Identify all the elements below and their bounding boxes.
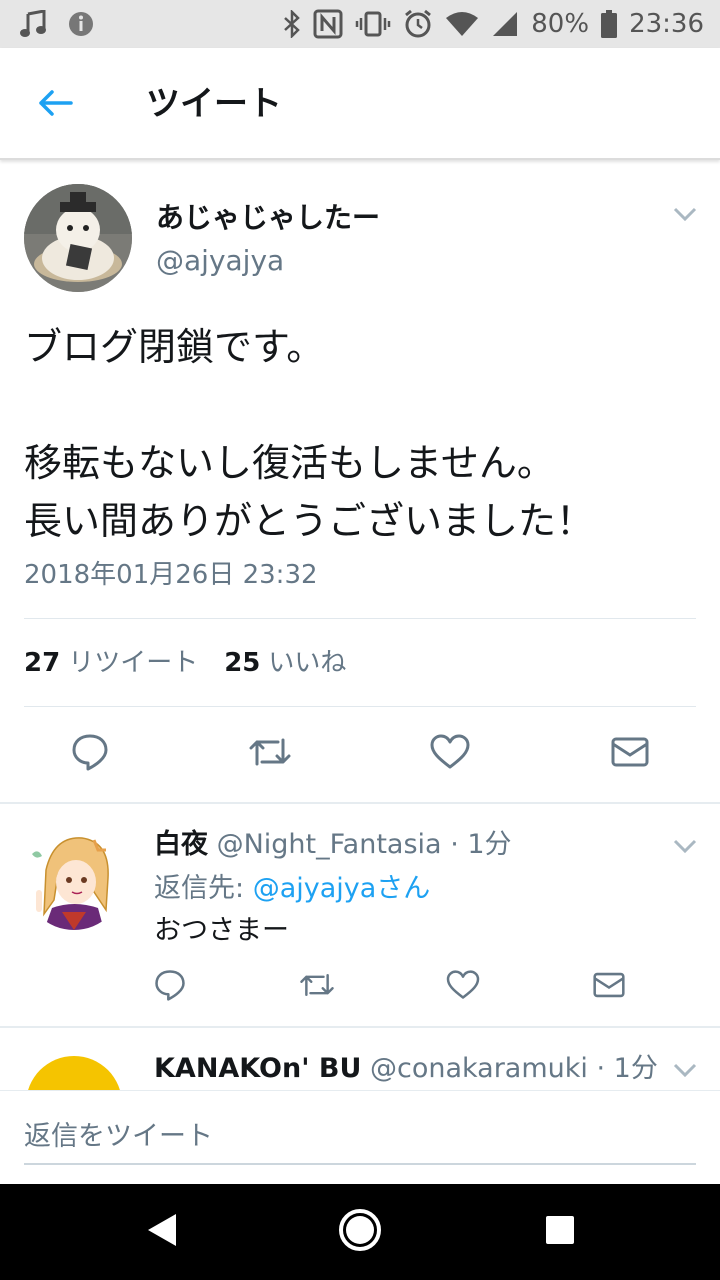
divider [24,706,696,707]
retweet-stat[interactable]: 27 リツイート [24,644,198,682]
reply-to-label: 返信先: [154,873,245,904]
message-button[interactable] [592,970,626,1004]
author-handle[interactable]: @ajyajya [156,242,284,280]
vibrate-icon [355,10,391,38]
message-icon [611,736,649,772]
tweet-stats: 27 リツイート 25 いいね [24,644,346,682]
tweet-text-line: ブログ閉鎖です。 [24,325,325,369]
wifi-icon [445,10,479,38]
message-button[interactable] [610,734,650,774]
nav-back-button[interactable] [138,1208,186,1256]
clock: 23:36 [629,9,704,39]
tweet-text-line [24,376,704,434]
reply-author-name[interactable]: KANAKOn' BU [154,1053,361,1084]
reply-to-mention[interactable]: @ajyajyaさん [253,873,431,904]
retweet-button[interactable] [298,970,336,1004]
reply-header: KANAKOn' BU @conakaramuki · 1分 [154,1050,658,1088]
nfc-icon [313,9,343,39]
navigation-bar [0,1184,720,1280]
retweet-icon [299,970,335,1004]
retweet-icon [248,734,292,774]
music-icon [20,10,46,38]
retweet-label: リツイート [68,648,199,678]
reply-icon [154,969,186,1005]
chevron-down-icon[interactable] [670,1060,700,1080]
reply-author-name[interactable]: 白夜 [154,829,208,860]
nav-home-icon [337,1207,383,1257]
nav-home-button[interactable] [336,1208,384,1256]
reply-time: · 1分 [596,1053,658,1084]
like-count: 25 [224,648,261,678]
info-icon [68,11,94,37]
reply-author-handle[interactable]: @conakaramuki [370,1053,588,1084]
compose-bar: 返信をツイート [0,1090,720,1184]
reply-header: 白夜 @Night_Fantasia · 1分 [154,826,512,864]
bluetooth-icon [283,10,301,38]
tweet-text: ブログ閉鎖です。 移転もないし復活もしません。 長い間ありがとうございました！ [24,318,704,550]
avatar[interactable] [24,184,132,292]
reply-time: · 1分 [450,829,512,860]
tweet-timestamp: 2018年01月26日 23:32 [24,560,318,590]
message-icon [593,971,625,1003]
author-name[interactable]: あじゃじゃしたー [156,198,380,238]
separator [0,802,720,804]
tweet-text-line: 長い間ありがとうございました！ [24,499,595,543]
retweet-count: 27 [24,648,61,678]
chevron-down-icon[interactable] [670,204,700,224]
retweet-button[interactable] [248,734,292,774]
reply-button[interactable] [70,734,110,774]
chevron-down-icon[interactable] [670,836,700,856]
tweet-text-line: 移転もないし復活もしません。 [24,441,555,485]
nav-back-icon [142,1210,182,1254]
app-bar: ツイート [0,48,720,160]
like-icon [430,734,470,774]
nav-recents-icon [544,1214,576,1250]
reply-input[interactable]: 返信をツイート [24,1109,696,1165]
reply-icon [71,733,109,775]
nav-recents-button[interactable] [536,1208,584,1256]
back-arrow-icon [37,89,73,121]
avatar[interactable] [24,830,124,930]
like-button[interactable] [430,734,470,774]
reply-author-handle[interactable]: @Night_Fantasia [217,829,442,860]
reply-to: 返信先: @ajyajyaさん [154,870,430,908]
status-bar: 80% 23:36 [0,0,720,48]
like-stat[interactable]: 25 いいね [224,644,346,682]
page-title: ツイート [146,84,282,124]
reply-text: おつさまー [154,915,289,946]
reply-button[interactable] [154,970,186,1004]
battery-percent: 80% [531,9,590,39]
like-icon [446,970,480,1004]
like-button[interactable] [446,970,480,1004]
back-button[interactable] [30,80,80,130]
divider [24,618,696,619]
alarm-icon [403,9,433,39]
signal-icon [491,10,519,38]
separator [0,1026,720,1028]
battery-icon [601,10,618,38]
like-label: いいね [268,648,347,678]
